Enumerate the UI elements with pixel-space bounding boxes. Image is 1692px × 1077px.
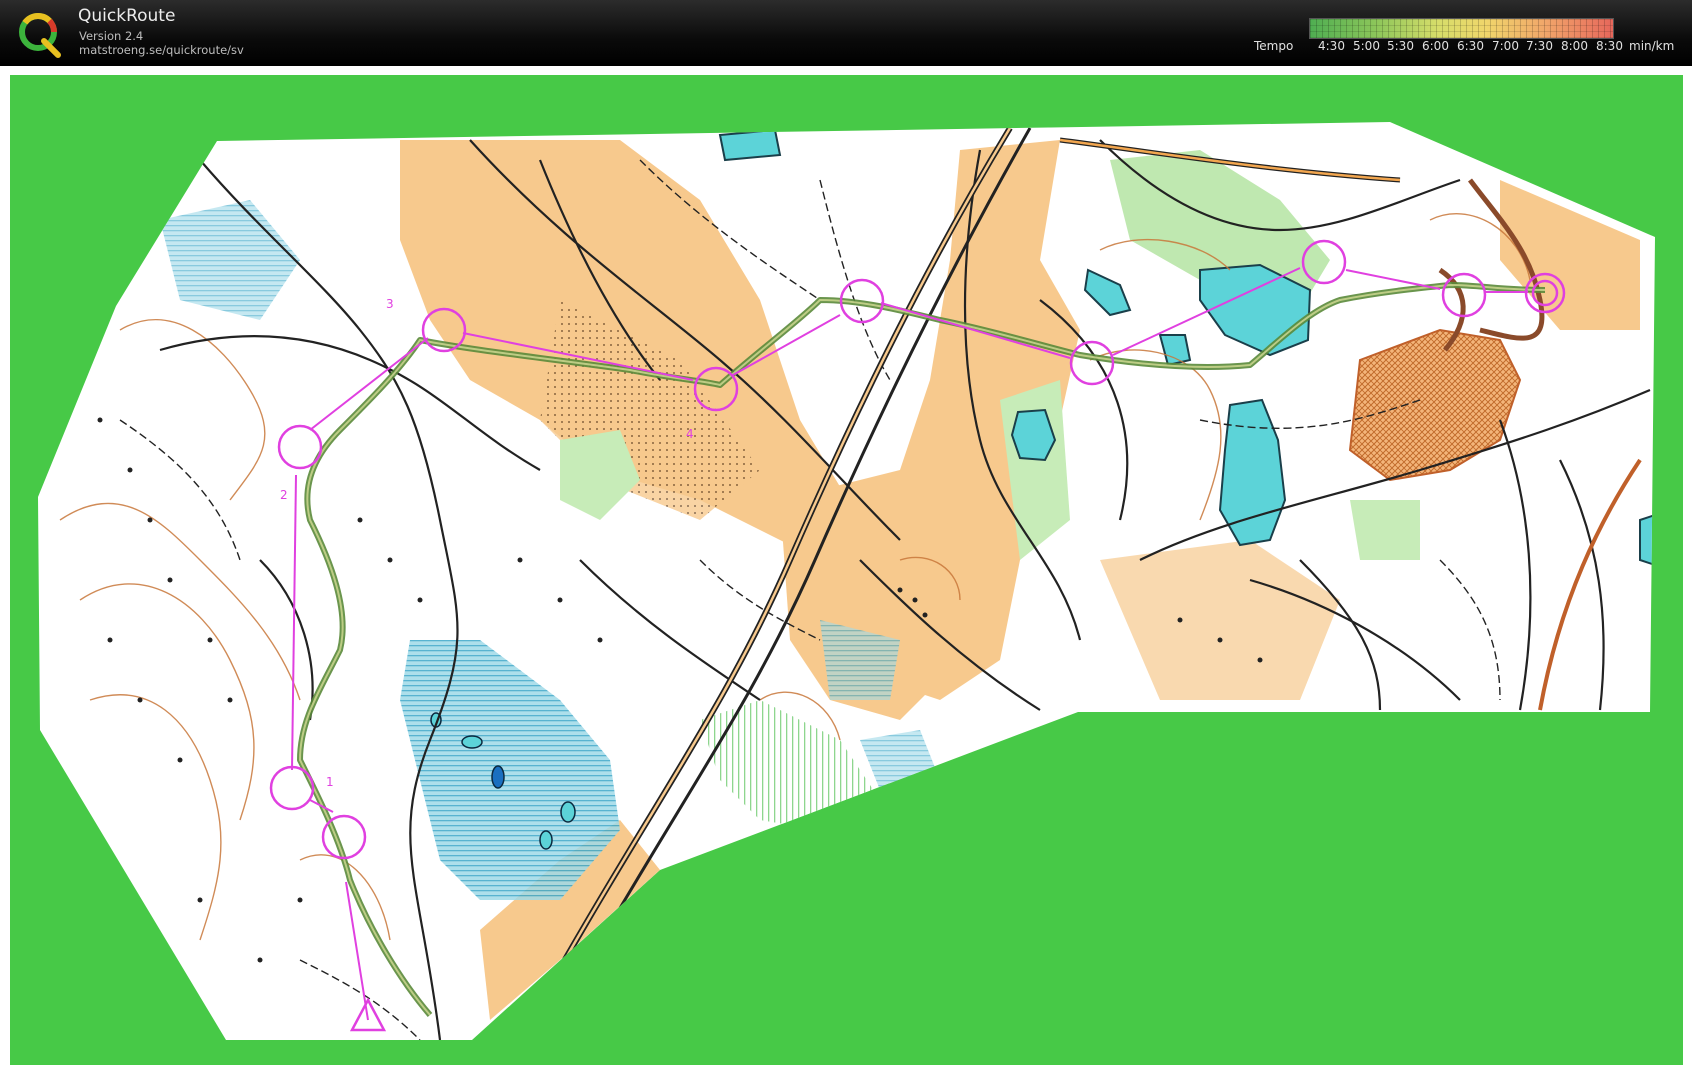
lake <box>1639 513 1655 567</box>
pond <box>539 830 553 850</box>
lake <box>718 128 782 162</box>
lake <box>1010 408 1057 462</box>
control-number: 1 <box>326 775 334 789</box>
orienteering-map[interactable]: 1 2 3 4 <box>0 0 1692 1077</box>
pond <box>491 765 505 789</box>
control-number: 2 <box>280 488 288 502</box>
control-number: 4 <box>686 427 694 441</box>
control-number: 3 <box>386 297 394 311</box>
pond <box>461 735 483 749</box>
vegetation-area <box>1350 500 1420 560</box>
pond <box>560 801 576 823</box>
